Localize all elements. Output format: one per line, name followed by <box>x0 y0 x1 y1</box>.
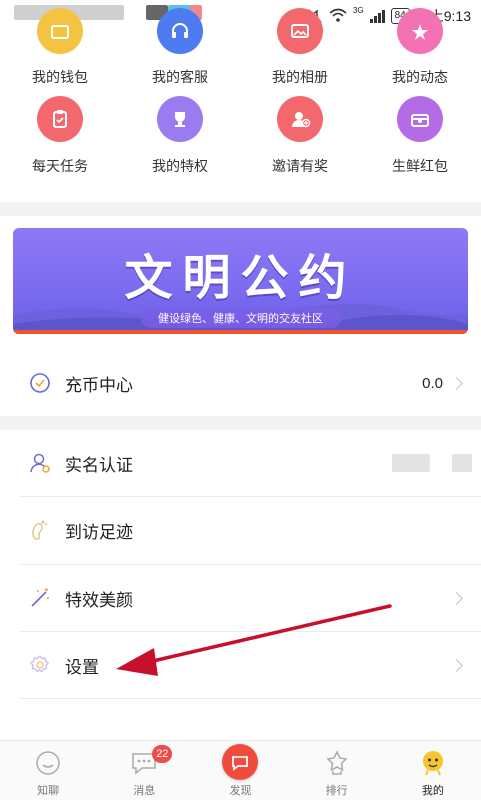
bottom-nav: 知聊 22 消息 发现 排行 我的 <box>0 740 481 800</box>
banner-title: 文明公约 <box>124 252 357 305</box>
nav-item-messages[interactable]: 22 消息 <box>96 741 192 800</box>
headset-icon <box>157 8 203 54</box>
grid-item-service[interactable]: 我的客服 <box>120 0 240 90</box>
menu-item-visit-footprint[interactable]: 到访足迹 <box>0 497 481 563</box>
banner-accent-line <box>13 330 468 334</box>
grid-item-privilege[interactable]: 我的特权 <box>120 92 240 182</box>
recharge-balance: 0.0 <box>422 374 443 392</box>
grid-item-red-packet[interactable]: 生鲜红包 <box>360 92 480 182</box>
grid-item-label: 我的钱包 <box>32 69 88 85</box>
nav-label: 消息 <box>133 785 156 797</box>
smiley-icon <box>34 749 62 777</box>
album-icon <box>277 8 323 54</box>
nav-item-mine[interactable]: 我的 <box>385 741 481 800</box>
menu-item-label: 设置 <box>65 657 99 677</box>
discover-icon <box>222 744 259 780</box>
user-verify-icon <box>27 450 53 476</box>
menu-item-real-name[interactable]: 实名认证 <box>0 430 481 496</box>
coin-recharge-icon <box>27 370 53 396</box>
grid-item-label: 我的动态 <box>392 69 448 85</box>
grid-item-label: 我的相册 <box>272 69 328 85</box>
grid-item-activity[interactable]: 我的动态 <box>360 0 480 90</box>
wallet-icon <box>37 8 83 54</box>
menu-item-label: 实名认证 <box>65 455 133 475</box>
trophy-icon <box>157 96 203 142</box>
redacted-value <box>452 454 472 472</box>
menu-item-settings[interactable]: 设置 <box>0 632 481 698</box>
magic-wand-icon <box>27 585 53 611</box>
grid-item-invite[interactable]: 邀请有奖 <box>240 92 360 182</box>
chevron-right-icon <box>450 658 463 672</box>
menu-item-beauty-effects[interactable]: 特效美颜 <box>0 565 481 631</box>
nav-item-ranking[interactable]: 排行 <box>289 741 385 800</box>
grid-item-label: 每天任务 <box>32 158 88 174</box>
grid-item-label: 我的特权 <box>152 158 208 174</box>
footprint-icon <box>27 517 53 543</box>
nav-label: 我的 <box>421 785 444 797</box>
chevron-right-icon <box>450 376 463 390</box>
grid-item-wallet[interactable]: 我的钱包 <box>0 0 120 90</box>
gift-box-icon <box>397 96 443 142</box>
redacted-value <box>392 454 430 472</box>
settings-gear-icon <box>27 652 53 678</box>
nav-label: 发现 <box>229 785 252 797</box>
section-divider <box>0 202 481 216</box>
grid-item-label: 我的客服 <box>152 69 208 85</box>
section-divider <box>0 416 481 430</box>
banner-subtitle: 健设绿色、健康、文明的交友社区 <box>140 308 341 328</box>
quick-grid-row1: 我的钱包 我的客服 我的相册 我的动态 <box>0 0 481 90</box>
grid-item-label: 生鲜红包 <box>392 158 448 174</box>
grid-item-label: 邀请有奖 <box>272 158 328 174</box>
chevron-right-icon <box>450 591 463 605</box>
civility-banner[interactable]: 文明公约 健设绿色、健康、文明的交友社区 <box>13 228 468 334</box>
grid-item-album[interactable]: 我的相册 <box>240 0 360 90</box>
invite-user-icon <box>277 96 323 142</box>
quick-grid-row2: 每天任务 我的特权 邀请有奖 生鲜红包 <box>0 92 481 182</box>
activity-icon <box>397 8 443 54</box>
profile-icon <box>419 749 447 777</box>
unread-badge: 22 <box>152 745 173 763</box>
menu-item-label: 到访足迹 <box>65 522 133 542</box>
nav-item-zhiliao[interactable]: 知聊 <box>0 741 96 800</box>
grid-item-daily-task[interactable]: 每天任务 <box>0 92 120 182</box>
nav-label: 知聊 <box>37 785 60 797</box>
nav-item-discover[interactable]: 发现 <box>192 741 288 800</box>
menu-item-label: 特效美颜 <box>65 590 133 610</box>
nav-label: 排行 <box>325 785 348 797</box>
row-divider <box>20 698 481 699</box>
recharge-center-row[interactable]: 充币中心 0.0 <box>0 350 481 416</box>
task-icon <box>37 96 83 142</box>
ranking-icon <box>323 749 351 777</box>
recharge-label: 充币中心 <box>65 375 133 395</box>
